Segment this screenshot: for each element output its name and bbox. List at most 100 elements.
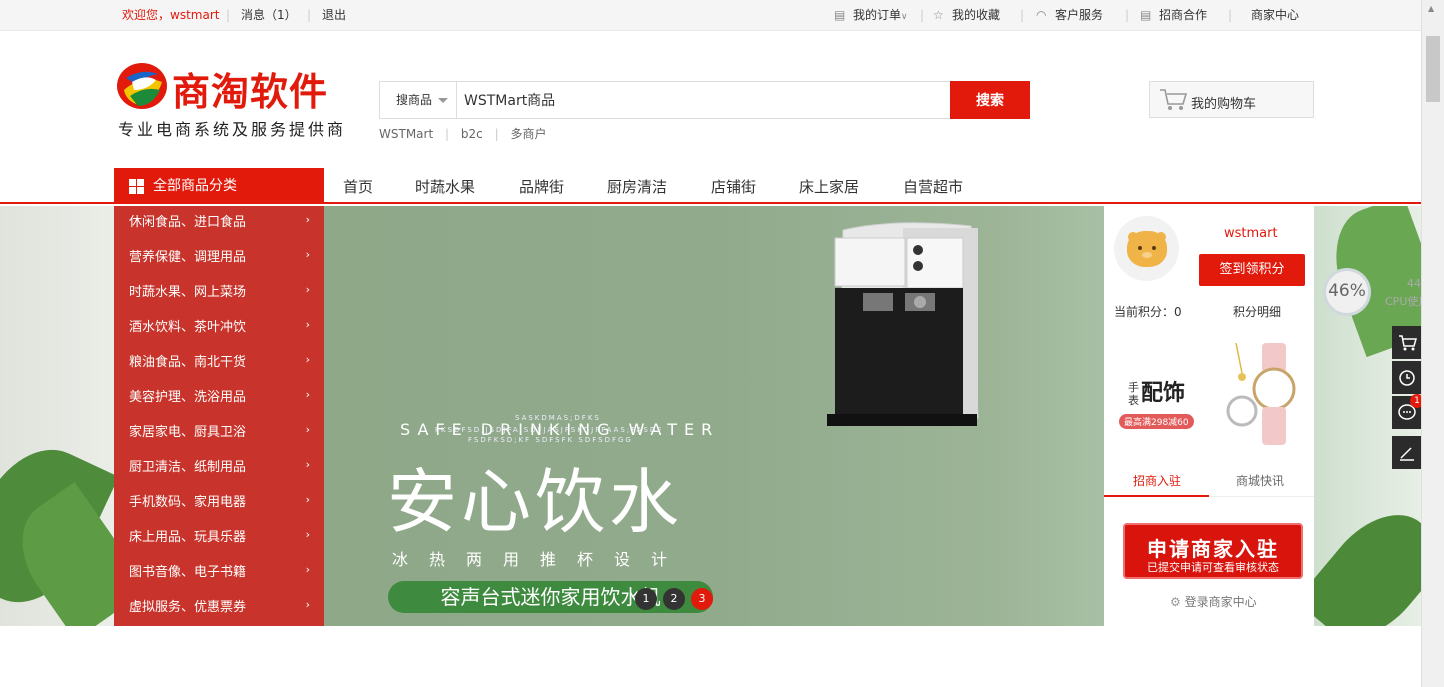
category-item[interactable]: 休闲食品、进口食品: [129, 211, 246, 230]
all-categories-button[interactable]: 全部商品分类: [114, 168, 324, 204]
category-item[interactable]: 家居家电、厨具卫浴: [129, 421, 246, 440]
nav-item-shops[interactable]: 店铺街: [711, 176, 756, 197]
chevron-right-icon: ›: [305, 423, 310, 436]
banner-title: 安心饮水: [387, 461, 683, 543]
cart-button[interactable]: 我的购物车: [1149, 81, 1314, 118]
points-detail-link[interactable]: 积分明细: [1233, 303, 1281, 320]
carousel-dot[interactable]: 1: [635, 588, 657, 610]
current-points: 当前积分：0: [1114, 305, 1182, 319]
promo-title: 配饰: [1141, 381, 1186, 406]
banner-small-text: FSDFKSD;KF SDFSFK SDFSDFGG: [468, 436, 633, 444]
tab-mall-news[interactable]: 商城快讯: [1236, 472, 1284, 489]
logout-link[interactable]: 退出: [322, 7, 346, 23]
divider: |: [307, 8, 312, 22]
scrollbar-thumb[interactable]: [1426, 36, 1440, 102]
chevron-right-icon: ›: [305, 528, 310, 541]
nav-item-brands[interactable]: 品牌街: [519, 176, 564, 197]
edit-icon: [1400, 447, 1414, 461]
username[interactable]: wstmart: [1224, 226, 1278, 241]
main-nav: 全部商品分类 首页 时蔬水果 品牌街 厨房清洁 店铺街 床上家居 自营超市: [0, 168, 1421, 204]
tab-merchant-join[interactable]: 招商入驻: [1133, 472, 1181, 489]
top-bar: 欢迎您，wstmart | 消息（1） | 退出 ▤ 我的订单 ∨ | ☆ 我的…: [0, 0, 1421, 31]
divider: |: [920, 8, 925, 22]
category-panel: 休闲食品、进口食品 › 营养保健、调理用品 › 时蔬水果、网上菜场 › 酒水饮料、茶叶…: [114, 206, 324, 626]
my-favorites-link[interactable]: 我的收藏: [952, 7, 1000, 23]
hotword-link[interactable]: 多商户: [510, 127, 546, 141]
chevron-right-icon: ›: [305, 353, 310, 366]
category-item[interactable]: 酒水饮料、茶叶冲饮: [129, 316, 246, 335]
merchant-cooperation-link[interactable]: 招商合作: [1159, 7, 1207, 23]
divider: |: [1228, 8, 1233, 22]
user-panel: wstmart 签到领积分 当前积分：0 积分明细 手 表 配饰 最高满298减…: [1104, 206, 1314, 626]
merchant-center-link[interactable]: 商家中心: [1251, 7, 1299, 23]
carousel-dot-active[interactable]: 3: [691, 588, 713, 610]
search-type-select[interactable]: 搜商品: [380, 82, 457, 118]
carousel-dot[interactable]: 2: [663, 588, 685, 610]
water-dispenser-image: [827, 222, 979, 426]
headset-icon: ◠: [1036, 8, 1047, 22]
sidebar-history-button[interactable]: [1392, 361, 1422, 394]
sidebar-cart-button[interactable]: [1392, 326, 1422, 359]
login-merchant-label: 登录商家中心: [1184, 595, 1257, 609]
category-item[interactable]: 图书音像、电子书籍: [129, 561, 246, 580]
messages-link[interactable]: 消息（1）: [241, 7, 297, 23]
hot-keywords: WSTMart | b2c | 多商户: [379, 125, 554, 142]
avatar[interactable]: [1114, 216, 1179, 281]
category-item[interactable]: 床上用品、玩具乐器: [129, 526, 246, 545]
nav-item-kitchen[interactable]: 厨房清洁: [607, 176, 667, 197]
my-orders-link[interactable]: 我的订单: [853, 7, 901, 23]
category-item[interactable]: 营养保健、调理用品: [129, 246, 246, 265]
banner-small-text: SASKDMAS;DFKS: [515, 414, 601, 422]
scroll-up-icon[interactable]: ▲: [1428, 4, 1434, 13]
cpu-usage-value: 46%: [1328, 281, 1366, 301]
merchant-apply-button[interactable]: 申请商家入驻 已提交申请可查看审核状态: [1123, 523, 1303, 579]
hotword-link[interactable]: WSTMart: [379, 127, 433, 141]
star-icon: ☆: [933, 8, 944, 22]
promo-small-text: 表: [1128, 394, 1139, 407]
merchant-apply-title: 申请商家入驻: [1147, 537, 1279, 561]
category-item[interactable]: 厨卫清洁、纸制用品: [129, 456, 246, 475]
welcome-link[interactable]: 欢迎您，wstmart: [122, 7, 219, 23]
search-input[interactable]: [458, 82, 950, 118]
sidebar-feedback-button[interactable]: [1392, 436, 1422, 469]
merchant-apply-subtitle: 已提交申请可查看审核状态: [1147, 561, 1279, 574]
order-icon: ▤: [834, 8, 846, 22]
chevron-right-icon: ›: [305, 563, 310, 576]
chevron-right-icon: ›: [305, 283, 310, 296]
category-item[interactable]: 虚拟服务、优惠票券: [129, 596, 246, 615]
chevron-right-icon: ›: [305, 213, 310, 226]
nav-item-home[interactable]: 首页: [343, 176, 373, 197]
bear-avatar-icon: [1127, 231, 1167, 267]
site-logo[interactable]: 商淘软件 专业电商系统及服务提供商: [116, 58, 356, 139]
page-scrollbar[interactable]: ▲: [1421, 0, 1444, 687]
divider: |: [1125, 8, 1130, 22]
chevron-right-icon: ›: [305, 598, 310, 611]
search-button[interactable]: 搜索: [950, 81, 1030, 119]
nav-item-fruits[interactable]: 时蔬水果: [415, 176, 475, 197]
page: 欢迎您，wstmart | 消息（1） | 退出 ▤ 我的订单 ∨ | ☆ 我的…: [0, 0, 1421, 687]
document-icon: ▤: [1140, 8, 1152, 22]
caret-down-icon: [438, 98, 448, 103]
category-item[interactable]: 粮油食品、南北干货: [129, 351, 246, 370]
accessories-promo[interactable]: 手 表 配饰 最高满298减60: [1114, 341, 1304, 451]
active-tab-indicator: [1104, 495, 1209, 497]
category-item[interactable]: 手机数码、家用电器: [129, 491, 246, 510]
chevron-right-icon: ›: [305, 458, 310, 471]
hotword-link[interactable]: b2c: [461, 127, 483, 141]
chevron-down-icon: ∨: [901, 12, 908, 22]
banner-subtitle: 冰热两用推杯设计: [392, 550, 689, 569]
panel-tabs: 招商入驻 商城快讯: [1104, 464, 1314, 497]
chevron-right-icon: ›: [305, 318, 310, 331]
sign-in-points-button[interactable]: 签到领积分: [1199, 254, 1305, 286]
bear-face-icon: [1128, 232, 1166, 258]
nav-item-bedding[interactable]: 床上家居: [799, 176, 859, 197]
chevron-right-icon: ›: [305, 248, 310, 261]
gear-icon: ⚙: [1170, 595, 1181, 609]
login-merchant-link[interactable]: ⚙ 登录商家中心: [1170, 593, 1257, 610]
customer-service-link[interactable]: 客户服务: [1055, 7, 1103, 23]
nav-item-self-market[interactable]: 自营超市: [903, 176, 963, 197]
divider: |: [1020, 8, 1025, 22]
cart-label: 我的购物车: [1191, 97, 1257, 112]
category-item[interactable]: 美容护理、洗浴用品: [129, 386, 246, 405]
category-item[interactable]: 时蔬水果、网上菜场: [129, 281, 246, 300]
